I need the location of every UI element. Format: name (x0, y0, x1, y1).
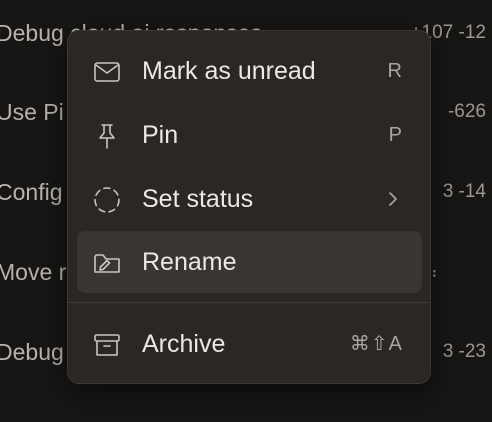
list-item-title: Config (0, 179, 63, 205)
keyboard-shortcut: P (388, 124, 403, 146)
menu-item-label: Set status (142, 185, 254, 213)
list-item-diff-stat: 3 -23 (442, 341, 486, 362)
list-item-title: Debug (0, 339, 64, 365)
list-item-title: Move r (0, 259, 67, 285)
menu-item-archive[interactable]: Archive ⌘⇧A (77, 313, 422, 375)
chevron-right-icon (386, 188, 400, 210)
mail-icon (91, 57, 123, 87)
menu-item-label: Archive (142, 330, 226, 358)
archive-box-icon (91, 330, 123, 360)
menu-item-label: Rename (142, 248, 237, 276)
list-item-diff-stat: -626 (447, 101, 486, 122)
list-item-title: Use Pi (0, 99, 64, 125)
menu-item-label: Mark as unread (142, 57, 316, 85)
menu-item-pin[interactable]: Pin P (77, 104, 422, 166)
menu-item-label: Pin (142, 121, 179, 149)
list-item-diff-stat: 3 -14 (442, 181, 486, 202)
menu-divider (68, 302, 430, 303)
menu-item-rename[interactable]: Rename (77, 231, 422, 293)
menu-item-mark-as-unread[interactable]: Mark as unread R (77, 40, 422, 102)
pin-icon (91, 121, 123, 151)
context-menu: Mark as unread R Pin P Set status Rename… (67, 30, 431, 384)
folder-rename-icon (91, 248, 123, 278)
keyboard-shortcut: ⌘⇧A (349, 333, 403, 355)
menu-item-set-status[interactable]: Set status (77, 168, 422, 230)
dashed-circle-icon (91, 185, 123, 215)
keyboard-shortcut: R (387, 60, 403, 82)
